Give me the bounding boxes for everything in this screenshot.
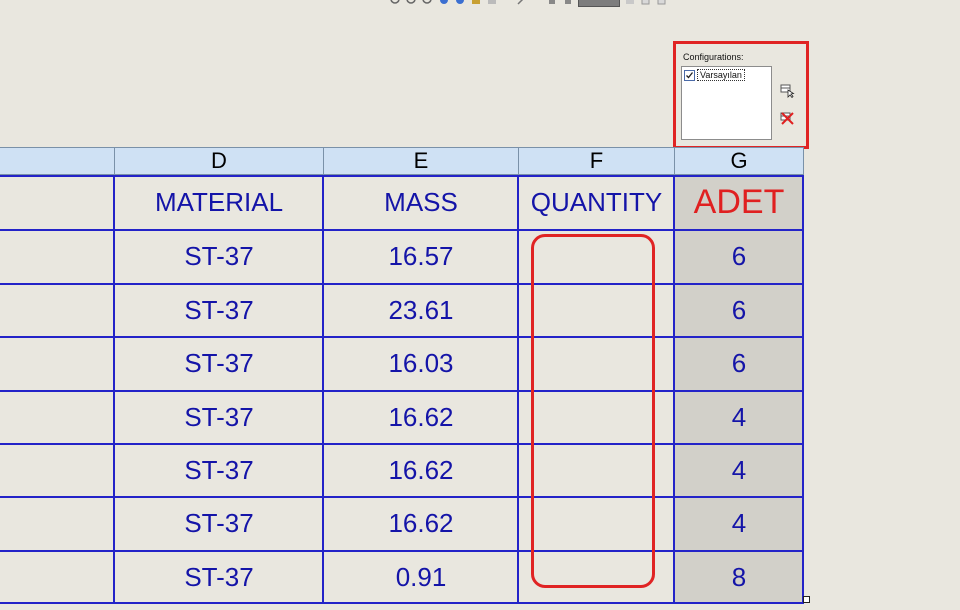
adet-cell[interactable]: 6 <box>674 284 804 337</box>
grid-line <box>0 443 804 445</box>
material-cell[interactable]: ST-37 <box>114 337 324 390</box>
adet-cell[interactable]: 8 <box>674 551 804 603</box>
column-header-d[interactable]: D <box>114 147 324 175</box>
column-header-e[interactable]: E <box>323 147 519 175</box>
header-material[interactable]: MATERIAL <box>114 176 324 229</box>
column-header-g[interactable]: G <box>674 147 804 175</box>
material-cell[interactable]: ST-37 <box>114 284 324 337</box>
material-cell[interactable]: ST-37 <box>114 230 324 283</box>
grid-line <box>0 602 804 604</box>
grid-line <box>0 283 804 285</box>
header-quantity[interactable]: QUANTITY <box>518 176 675 229</box>
grid-line <box>802 175 804 604</box>
mass-cell[interactable]: 16.62 <box>323 391 519 444</box>
adet-cell[interactable]: 6 <box>674 230 804 283</box>
grid-line <box>0 390 804 392</box>
table-resize-handle[interactable] <box>803 596 810 603</box>
quantity-highlight <box>531 234 655 588</box>
grid-line <box>113 175 115 604</box>
grid-line <box>0 496 804 498</box>
grid-line <box>0 550 804 552</box>
material-cell[interactable]: ST-37 <box>114 497 324 550</box>
adet-cell[interactable]: 4 <box>674 497 804 550</box>
mass-cell[interactable]: 0.91 <box>323 551 519 603</box>
adet-cell[interactable]: 4 <box>674 391 804 444</box>
header-adet[interactable]: ADET <box>674 176 804 229</box>
mass-cell[interactable]: 23.61 <box>323 284 519 337</box>
grid-line <box>322 175 324 604</box>
mass-cell[interactable]: 16.03 <box>323 337 519 390</box>
header-mass[interactable]: MASS <box>323 176 519 229</box>
material-cell[interactable]: ST-37 <box>114 444 324 497</box>
bom-table: D E F G MATERIAL MASS QUANTITY ADET ST-3… <box>0 0 960 610</box>
mass-cell[interactable]: 16.62 <box>323 497 519 550</box>
mass-cell[interactable]: 16.62 <box>323 444 519 497</box>
material-cell[interactable]: ST-37 <box>114 391 324 444</box>
column-header-blank[interactable] <box>0 147 115 175</box>
grid-line <box>0 336 804 338</box>
grid-line <box>673 175 675 604</box>
grid-line <box>0 175 804 177</box>
grid-line <box>0 229 804 231</box>
mass-cell[interactable]: 16.57 <box>323 230 519 283</box>
column-header-f[interactable]: F <box>518 147 675 175</box>
adet-cell[interactable]: 4 <box>674 444 804 497</box>
adet-cell[interactable]: 6 <box>674 337 804 390</box>
grid-line <box>517 175 519 604</box>
material-cell[interactable]: ST-37 <box>114 551 324 603</box>
